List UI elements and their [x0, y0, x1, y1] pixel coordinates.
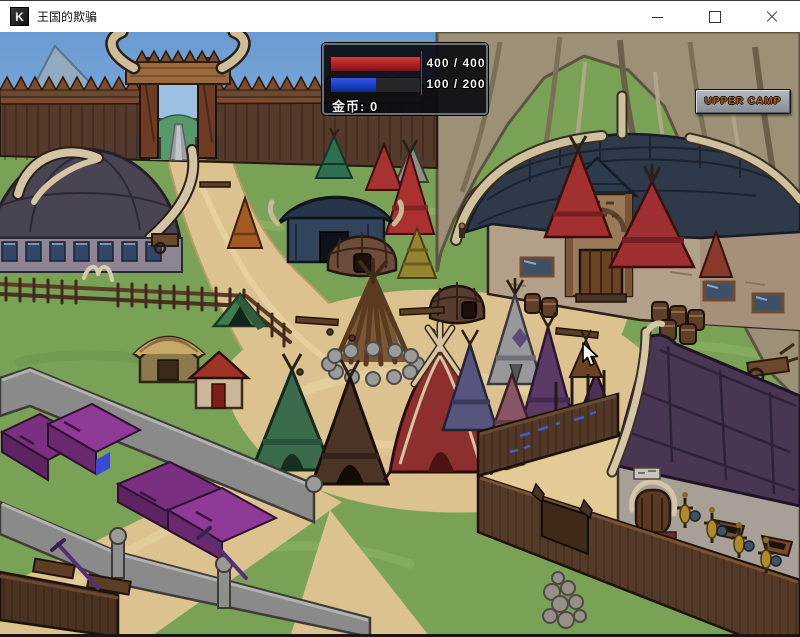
mana-value: 100 / 200: [424, 77, 488, 91]
location-badge-upper-camp[interactable]: UPPER CAMP: [695, 89, 791, 114]
mana-bar: [330, 77, 421, 93]
health-bar: [330, 56, 421, 72]
health-value: 400 / 400: [424, 56, 488, 70]
location-badge-label: UPPER CAMP: [705, 96, 782, 107]
window-title: 王国的欺骗: [37, 8, 97, 25]
health-bar-fill: [331, 57, 420, 71]
game-window: K 王国的欺骗: [0, 0, 800, 637]
hud-divider: [421, 51, 422, 95]
camp-scene: [0, 32, 800, 637]
npc-figure[interactable]: [459, 223, 465, 238]
minimize-icon: [652, 17, 663, 18]
hud-panel: 400 / 400 100 / 200 金币: 0: [322, 43, 488, 115]
maximize-button[interactable]: [686, 1, 743, 33]
game-viewport[interactable]: [0, 32, 800, 637]
title-bar[interactable]: K 王国的欺骗: [0, 0, 800, 32]
maximize-icon: [709, 11, 721, 23]
app-icon: K: [10, 7, 29, 26]
close-button[interactable]: [743, 1, 800, 33]
mana-bar-fill: [331, 78, 376, 92]
minimize-button[interactable]: [629, 1, 686, 33]
gold-counter: 金币: 0: [332, 96, 378, 115]
close-icon: [766, 11, 778, 23]
